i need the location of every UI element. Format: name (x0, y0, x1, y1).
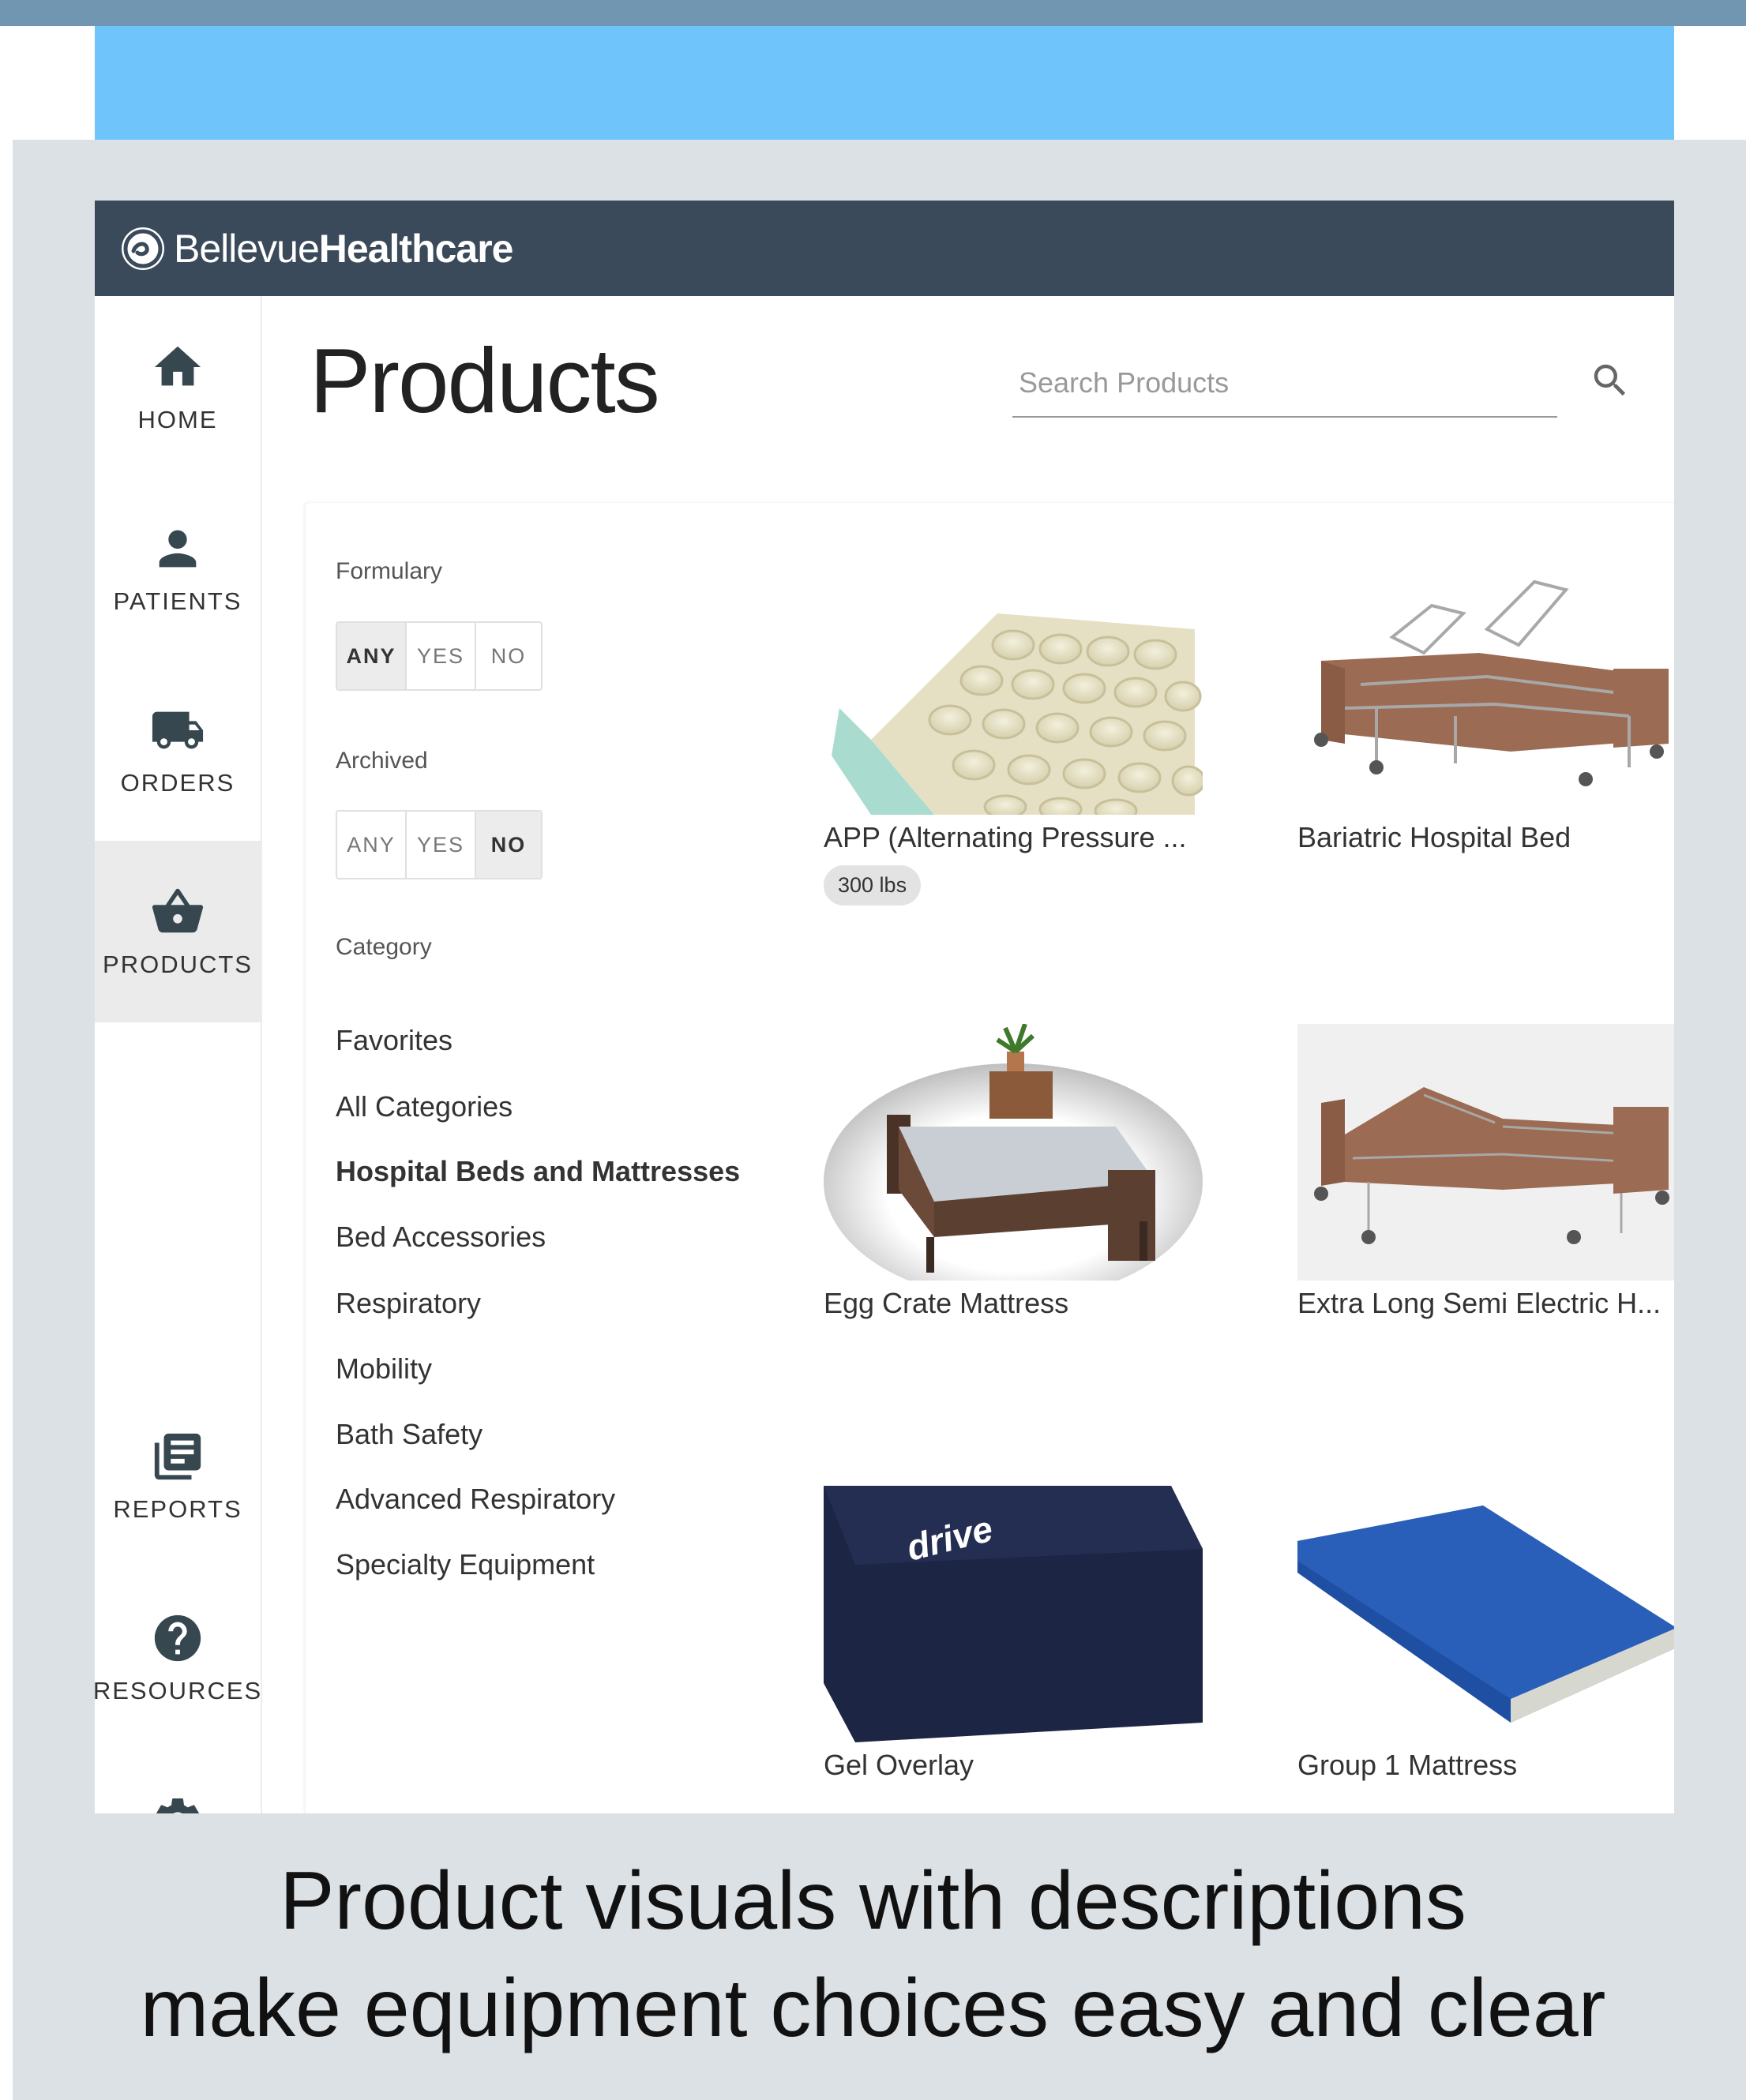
sidebar-item-orders[interactable]: ORDERS (95, 659, 261, 841)
category-item-all[interactable]: All Categories (336, 1090, 513, 1123)
category-label: Category (336, 934, 432, 960)
product-image (824, 1024, 1203, 1281)
archived-label: Archived (336, 748, 428, 774)
product-image: drive (824, 1486, 1203, 1742)
home-icon (154, 346, 201, 386)
weight-badge: 300 lbs (824, 865, 922, 906)
category-item-advanced-respiratory[interactable]: Advanced Respiratory (336, 1483, 615, 1516)
sidebar-item-label: REPORTS (113, 1495, 242, 1523)
sidebar-item-patients[interactable]: PATIENTS (95, 478, 261, 659)
app-bar: BellevueHealthcare (95, 201, 1674, 296)
category-item-respiratory[interactable]: Respiratory (336, 1287, 481, 1320)
basket-icon (152, 888, 204, 933)
sidebar: HOME PATIENTS ORDERS PRODUCTS REPORTS RE… (95, 296, 262, 1813)
person-icon (159, 530, 197, 568)
settings-icon[interactable] (150, 1793, 205, 1813)
brand-name-part1: Bellevue (174, 226, 320, 271)
archived-any-option[interactable]: ANY (337, 812, 407, 878)
archived-yes-option[interactable]: YES (407, 812, 476, 878)
search-field[interactable] (1012, 351, 1557, 418)
brand-logo-icon (122, 227, 164, 270)
category-item-hospital-beds[interactable]: Hospital Beds and Mattresses (336, 1155, 740, 1188)
page-title: Products (310, 329, 660, 432)
product-image (1297, 1024, 1674, 1281)
brand-name[interactable]: BellevueHealthcare (174, 226, 513, 272)
category-item-specialty-equipment[interactable]: Specialty Equipment (336, 1548, 595, 1581)
main-content: Products Formulary ANY YES NO Archived A… (262, 296, 1674, 1813)
product-name: Group 1 Mattress (1297, 1749, 1518, 1781)
brand-name-part2: Healthcare (318, 226, 514, 271)
product-name: Extra Long Semi Electric H... (1297, 1287, 1662, 1319)
formulary-toggle: ANY YES NO (336, 621, 543, 691)
truck-icon (152, 711, 204, 749)
top-banner (95, 26, 1674, 140)
product-image (824, 558, 1203, 815)
product-name: Gel Overlay (824, 1749, 974, 1781)
product-name: Bariatric Hospital Bed (1297, 821, 1571, 853)
formulary-label: Formulary (336, 558, 443, 584)
reports-icon (154, 1433, 201, 1480)
product-card[interactable]: APP (Alternating Pressure ... 300 lbs (824, 558, 1203, 906)
archived-toggle: ANY YES NO (336, 810, 543, 879)
product-card[interactable]: drive Gel Overlay (824, 1486, 1203, 1782)
top-strip (0, 0, 1746, 26)
sidebar-item-label: HOME (137, 406, 218, 433)
sidebar-item-reports[interactable]: REPORTS (95, 1386, 261, 1567)
caption-line-2: make equipment choices easy and clear (140, 1963, 1606, 2054)
sidebar-item-label: PRODUCTS (103, 951, 253, 978)
sidebar-item-products[interactable]: PRODUCTS (95, 841, 261, 1022)
category-item-favorites[interactable]: Favorites (336, 1024, 452, 1057)
formulary-any-option[interactable]: ANY (337, 623, 407, 689)
category-item-mobility[interactable]: Mobility (336, 1352, 432, 1386)
search-input[interactable] (1019, 359, 1540, 407)
sidebar-item-home[interactable]: HOME (95, 296, 261, 478)
category-item-bath-safety[interactable]: Bath Safety (336, 1418, 482, 1451)
products-panel: Formulary ANY YES NO Archived ANY YES NO… (306, 503, 1674, 1813)
search-icon[interactable] (1589, 359, 1631, 402)
help-icon (154, 1614, 201, 1662)
category-item-bed-accessories[interactable]: Bed Accessories (336, 1221, 546, 1254)
product-card[interactable]: Group 1 Mattress (1297, 1486, 1674, 1782)
archived-no-option[interactable]: NO (476, 812, 541, 878)
product-card[interactable]: Bariatric Hospital Bed (1297, 558, 1674, 854)
sidebar-item-resources[interactable]: RESOURCES (95, 1567, 261, 1749)
left-edge (0, 140, 13, 2100)
product-image (1297, 558, 1674, 815)
sidebar-item-label: RESOURCES (95, 1677, 263, 1704)
formulary-yes-option[interactable]: YES (407, 623, 476, 689)
sidebar-item-label: PATIENTS (113, 587, 242, 615)
app-window: BellevueHealthcare HOME PATIENTS ORDERS … (95, 201, 1674, 1813)
product-name: Egg Crate Mattress (824, 1287, 1069, 1319)
product-image (1297, 1486, 1674, 1742)
formulary-no-option[interactable]: NO (476, 623, 541, 689)
product-card[interactable]: Extra Long Semi Electric H... (1297, 1024, 1674, 1320)
caption-line-1: Product visuals with descriptions (280, 1855, 1466, 1947)
sidebar-item-label: ORDERS (120, 769, 235, 797)
product-name: APP (Alternating Pressure ... (824, 821, 1187, 853)
product-card[interactable]: Egg Crate Mattress (824, 1024, 1203, 1320)
